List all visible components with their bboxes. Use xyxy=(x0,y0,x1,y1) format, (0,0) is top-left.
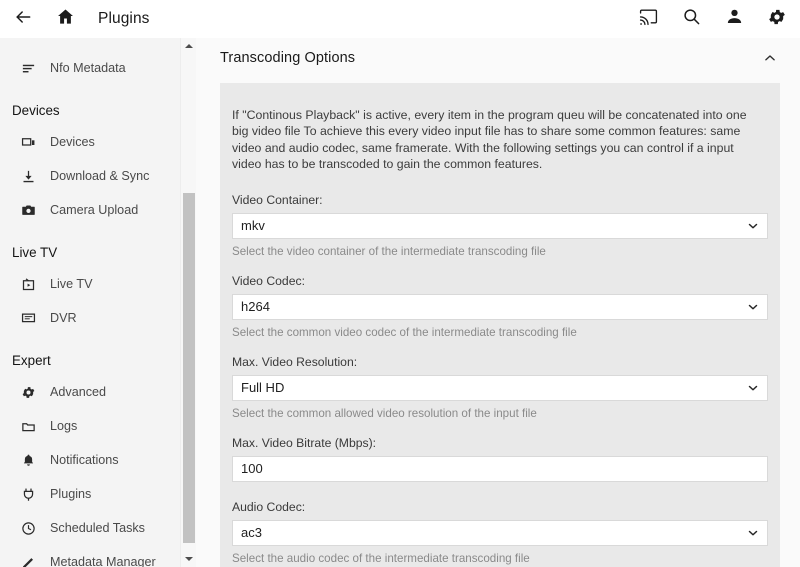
field-label: Video Container: xyxy=(232,192,323,207)
sidebar-item-live-tv[interactable]: Live TV xyxy=(0,267,180,301)
section-title: Transcoding Options xyxy=(220,50,356,66)
audio-codec-select[interactable]: ac3 xyxy=(232,519,768,546)
settings-button[interactable] xyxy=(760,2,794,36)
max-video-bitrate-input[interactable]: 100 xyxy=(232,455,768,482)
user-account-button[interactable] xyxy=(717,2,751,36)
live-tv-icon xyxy=(20,276,37,293)
sidebar-item-label: Nfo Metadata xyxy=(50,61,126,75)
scroll-down-arrow-icon[interactable] xyxy=(181,551,196,567)
sidebar-item-label: Plugins xyxy=(50,487,92,501)
download-icon xyxy=(20,168,37,185)
field-hint: Select the video container of the interm… xyxy=(232,244,546,258)
chevron-down-icon xyxy=(747,220,759,232)
search-icon xyxy=(682,7,701,31)
field-label: Video Codec: xyxy=(232,273,305,288)
field-hint: Select the common allowed video resoluti… xyxy=(232,406,537,420)
selected-value: Full HD xyxy=(241,380,285,396)
cast-button[interactable] xyxy=(631,2,665,36)
sidebar-item-label: Advanced xyxy=(50,385,107,399)
sidebar-item-notifications[interactable]: Notifications xyxy=(0,443,180,477)
field-max-video-resolution: Max. Video Resolution: Full HD Select th… xyxy=(232,355,768,420)
sidebar-item-label: Notifications xyxy=(50,453,119,467)
home-icon xyxy=(56,7,75,31)
video-container-select[interactable]: mkv xyxy=(232,212,768,239)
video-codec-select[interactable]: h264 xyxy=(232,293,768,320)
sidebar-scrollbar[interactable] xyxy=(180,38,196,567)
chevron-down-icon xyxy=(747,527,759,539)
cast-icon xyxy=(639,7,658,31)
input-value: 100 xyxy=(241,461,263,477)
chevron-up-icon[interactable] xyxy=(760,48,780,68)
field-hint: Select the audio codec of the intermedia… xyxy=(232,551,530,565)
sidebar-items-list: Nfo Metadata Devices Devices Download & … xyxy=(0,38,180,567)
folder-open-icon xyxy=(20,418,37,435)
scroll-up-arrow-icon[interactable] xyxy=(181,38,196,54)
sidebar-item-scheduled-tasks[interactable]: Scheduled Tasks xyxy=(0,511,180,545)
scrollbar-thumb[interactable] xyxy=(183,193,195,543)
person-icon xyxy=(725,7,744,31)
field-label: Max. Video Bitrate (Mbps): xyxy=(232,435,377,450)
transcoding-options-card: If "Continous Playback" is active, every… xyxy=(220,83,780,567)
chevron-down-icon xyxy=(747,382,759,394)
field-max-video-bitrate: Max. Video Bitrate (Mbps): 100 xyxy=(232,436,768,482)
sidebar-header-expert: Expert xyxy=(12,353,51,368)
gear-icon xyxy=(767,7,787,32)
selected-value: ac3 xyxy=(241,525,262,541)
field-audio-codec: Audio Codec: ac3 Select the audio codec … xyxy=(232,500,768,565)
field-hint: Select the common video codec of the int… xyxy=(232,325,577,339)
search-button[interactable] xyxy=(674,2,708,36)
sidebar-item-nfo-metadata[interactable]: Nfo Metadata xyxy=(0,51,180,85)
sidebar-item-download-sync[interactable]: Download & Sync xyxy=(0,159,180,193)
field-label: Max. Video Resolution: xyxy=(232,354,358,369)
sidebar-item-label: Metadata Manager xyxy=(50,555,156,567)
sidebar-item-advanced[interactable]: Advanced xyxy=(0,375,180,409)
sidebar-item-label: Download & Sync xyxy=(50,169,150,183)
back-button[interactable] xyxy=(6,2,40,36)
top-app-bar: Plugins xyxy=(0,0,800,38)
sidebar-item-plugins[interactable]: Plugins xyxy=(0,477,180,511)
field-video-codec: Video Codec: h264 Select the common vide… xyxy=(232,274,768,339)
settings-content: Transcoding Options If "Continous Playba… xyxy=(196,38,800,567)
sidebar-nav: Nfo Metadata Devices Devices Download & … xyxy=(0,38,196,567)
max-video-resolution-select[interactable]: Full HD xyxy=(232,374,768,401)
sidebar-item-label: DVR xyxy=(50,311,77,325)
list-lines-icon xyxy=(20,60,37,77)
sidebar-item-label: Logs xyxy=(50,419,78,433)
selected-value: mkv xyxy=(241,218,265,234)
sidebar-item-dvr[interactable]: DVR xyxy=(0,301,180,335)
section-description: If "Continous Playback" is active, every… xyxy=(232,108,747,172)
gear-icon xyxy=(20,384,37,401)
sidebar-item-devices[interactable]: Devices xyxy=(0,125,180,159)
sidebar-item-logs[interactable]: Logs xyxy=(0,409,180,443)
main-body: Nfo Metadata Devices Devices Download & … xyxy=(0,38,800,567)
device-monitor-icon xyxy=(20,134,37,151)
sidebar-item-label: Scheduled Tasks xyxy=(50,521,145,535)
page-title: Plugins xyxy=(98,10,150,27)
home-button[interactable] xyxy=(48,2,82,36)
sidebar-item-label: Camera Upload xyxy=(50,203,139,217)
sidebar-item-label: Devices xyxy=(50,135,95,149)
bell-icon xyxy=(20,452,37,469)
dvr-icon xyxy=(20,310,37,327)
sidebar-header-live-tv: Live TV xyxy=(12,245,58,260)
sidebar-item-camera-upload[interactable]: Camera Upload xyxy=(0,193,180,227)
plugin-icon xyxy=(20,486,37,503)
field-video-container: Video Container: mkv Select the video co… xyxy=(232,193,768,258)
pencil-icon xyxy=(20,554,37,567)
sidebar-item-metadata-manager[interactable]: Metadata Manager xyxy=(0,545,180,567)
clock-icon xyxy=(20,520,37,537)
arrow-left-icon xyxy=(13,7,33,32)
transcoding-options-header[interactable]: Transcoding Options xyxy=(196,38,800,78)
sidebar-item-label: Live TV xyxy=(50,277,93,291)
sidebar-header-devices: Devices xyxy=(12,103,60,118)
field-label: Audio Codec: xyxy=(232,499,306,514)
selected-value: h264 xyxy=(241,299,270,315)
camera-icon xyxy=(20,202,37,219)
chevron-down-icon xyxy=(747,301,759,313)
